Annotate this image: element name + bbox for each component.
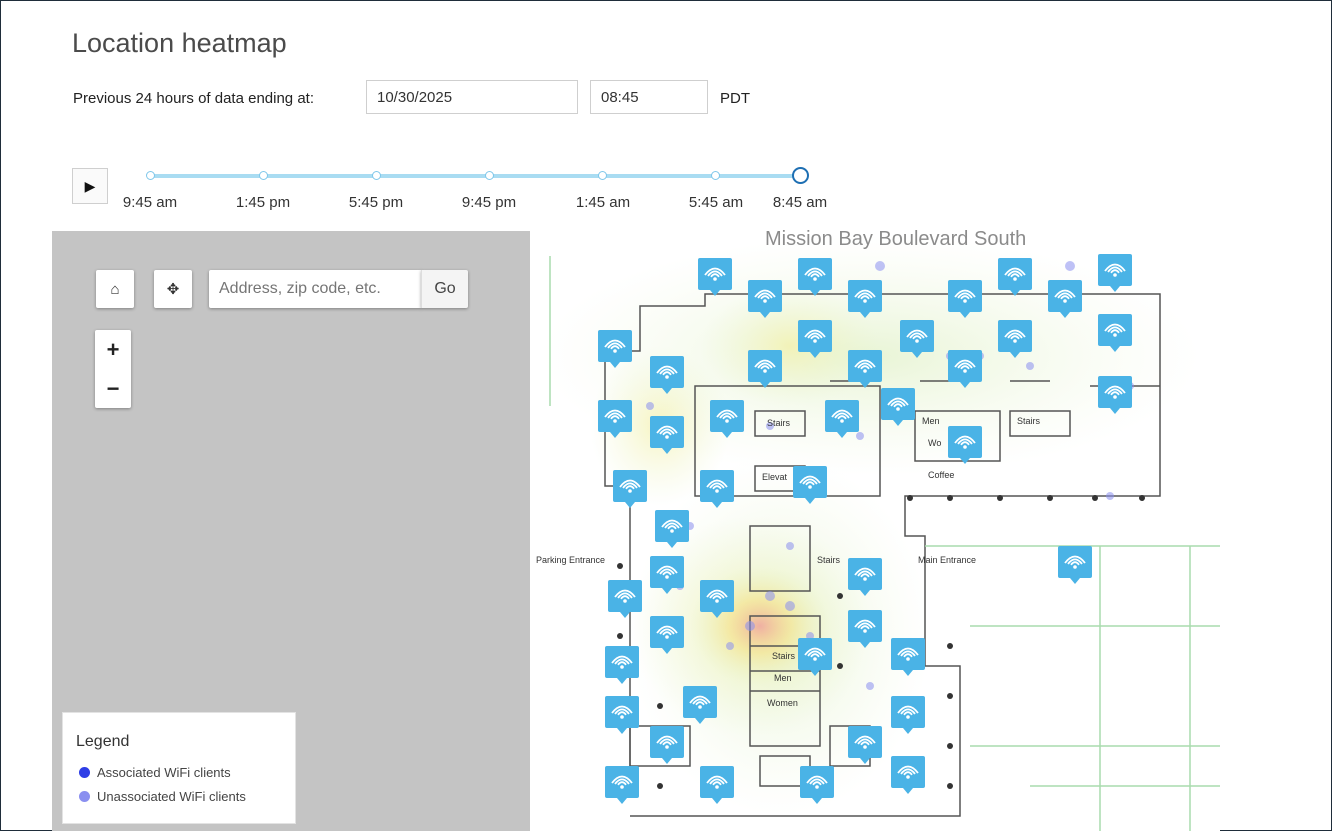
home-icon: ⌂ bbox=[110, 280, 120, 298]
timeline-label: 5:45 pm bbox=[348, 194, 404, 211]
wifi-access-point-icon bbox=[605, 696, 639, 734]
timeline-tick[interactable] bbox=[146, 171, 155, 180]
wifi-access-point-icon bbox=[1058, 546, 1092, 584]
address-search-input[interactable] bbox=[209, 270, 421, 308]
legend-label: Unassociated WiFi clients bbox=[97, 789, 246, 804]
crosshair-icon: ✥ bbox=[166, 281, 180, 298]
timeline-tick[interactable] bbox=[259, 171, 268, 180]
play-button[interactable]: ▶ bbox=[72, 168, 108, 204]
timeline-handle[interactable] bbox=[792, 167, 809, 184]
timeline-label: 1:45 am bbox=[575, 194, 631, 211]
zoom-in-button[interactable]: + bbox=[95, 330, 131, 369]
legend-item-associated: Associated WiFi clients bbox=[79, 765, 231, 780]
legend-title: Legend bbox=[76, 733, 130, 750]
room-label: Men bbox=[774, 673, 792, 683]
time-input[interactable] bbox=[590, 80, 708, 114]
legend-label: Associated WiFi clients bbox=[97, 765, 231, 780]
wifi-access-point-icon bbox=[891, 756, 925, 794]
timeline-tick[interactable] bbox=[598, 171, 607, 180]
floor-plan: Stairs Men Stairs Wo Coffee Elevat Parki… bbox=[536, 236, 1220, 831]
timeline-label: 9:45 pm bbox=[461, 194, 517, 211]
room-label: Elevat bbox=[762, 472, 788, 482]
timeline-label: 9:45 am bbox=[122, 194, 178, 211]
room-label: Stairs bbox=[767, 418, 791, 428]
room-label: Parking Entrance bbox=[536, 555, 605, 565]
room-label: Stairs bbox=[817, 555, 841, 565]
wifi-access-point-icon bbox=[605, 766, 639, 804]
wifi-access-point-icon bbox=[605, 646, 639, 684]
timeline-label: 1:45 pm bbox=[235, 194, 291, 211]
zoom-control: + − bbox=[95, 330, 131, 408]
timeline-label: 5:45 am bbox=[688, 194, 744, 211]
go-button[interactable]: Go bbox=[421, 270, 468, 308]
unassociated-dot-icon bbox=[79, 791, 90, 802]
home-button[interactable]: ⌂ bbox=[96, 270, 134, 308]
room-label: Stairs bbox=[772, 651, 796, 661]
page-title: Location heatmap bbox=[72, 28, 287, 58]
timeline-track bbox=[150, 174, 800, 178]
room-label: Coffee bbox=[928, 470, 954, 480]
timeline-slider[interactable] bbox=[146, 167, 809, 184]
legend-item-unassociated: Unassociated WiFi clients bbox=[79, 789, 246, 804]
room-label: Wo bbox=[928, 438, 941, 448]
timeline-tick[interactable] bbox=[372, 171, 381, 180]
room-label: Women bbox=[767, 698, 798, 708]
zoom-out-button[interactable]: − bbox=[95, 369, 131, 408]
street-label: Mission Bay Boulevard South bbox=[765, 228, 1027, 250]
legend: Legend Associated WiFi clients Unassocia… bbox=[62, 712, 296, 824]
floor-plan-map[interactable]: Stairs Men Stairs Wo Coffee Elevat Parki… bbox=[530, 226, 1220, 831]
timezone-label: PDT bbox=[720, 90, 750, 107]
locate-button[interactable]: ✥ bbox=[154, 270, 192, 308]
room-label: Stairs bbox=[1017, 416, 1041, 426]
play-icon: ▶ bbox=[84, 177, 96, 194]
range-label: Previous 24 hours of data ending at: bbox=[73, 90, 314, 107]
room-label: Main Entrance bbox=[918, 555, 976, 565]
timeline-tick[interactable] bbox=[485, 171, 494, 180]
date-input[interactable] bbox=[366, 80, 578, 114]
room-label: Men bbox=[922, 416, 940, 426]
timeline-label: 8:45 am bbox=[772, 194, 828, 211]
timeline-tick[interactable] bbox=[711, 171, 720, 180]
associated-dot-icon bbox=[79, 767, 90, 778]
